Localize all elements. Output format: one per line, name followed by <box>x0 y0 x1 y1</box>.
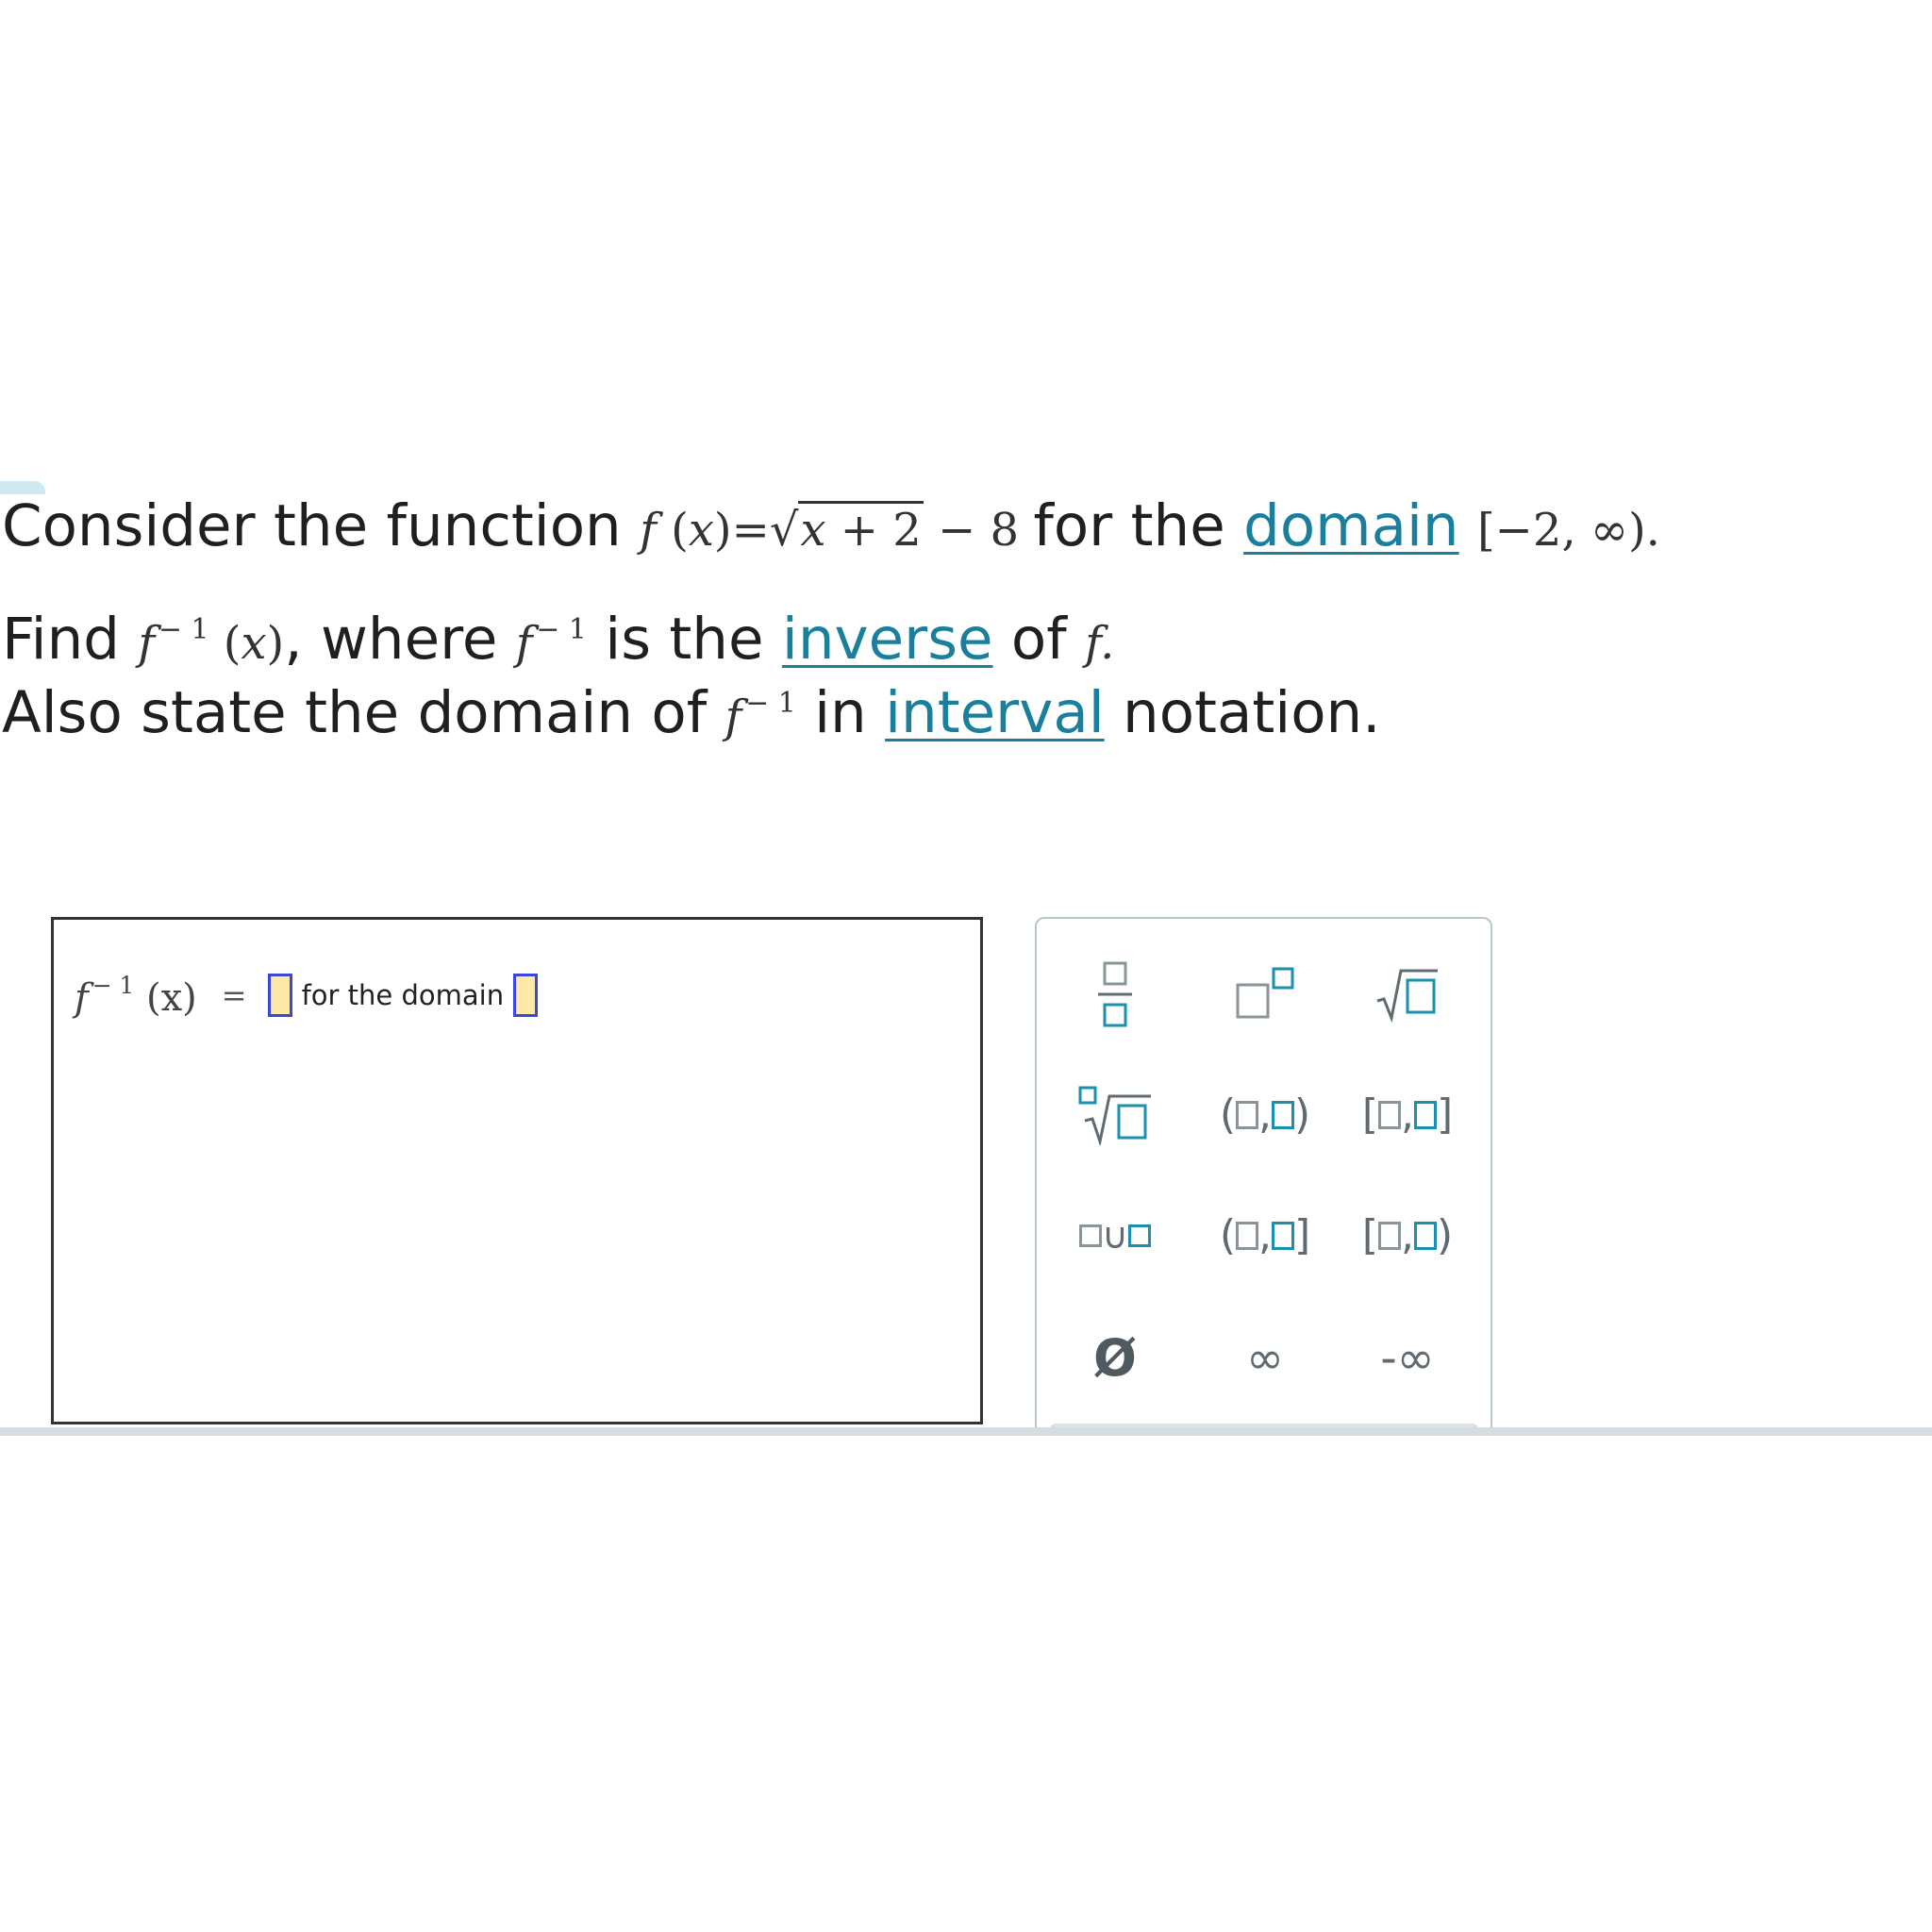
closed-interval-key[interactable]: [,] <box>1341 1070 1474 1160</box>
fraction-key[interactable] <box>1049 949 1181 1040</box>
empty-set-key[interactable]: Ø <box>1049 1313 1181 1404</box>
infinity-key[interactable]: ∞ <box>1199 1313 1331 1404</box>
question-text: for the <box>1033 492 1225 559</box>
superscript-key[interactable] <box>1199 949 1331 1040</box>
math-keypad: (,) [,] ∪ (,] [,) Ø ∞ -∞ <box>1035 917 1492 1431</box>
answer-input-area[interactable]: f − 1 (x) = for the domain <box>51 917 983 1424</box>
negative-infinity-key[interactable]: -∞ <box>1341 1313 1474 1404</box>
inverse-symbol: f − 1 <box>724 686 796 743</box>
question-text: , where <box>284 606 498 673</box>
question-text: Also state the domain of <box>2 679 708 746</box>
inverse-function-input[interactable] <box>267 974 292 1017</box>
question-text: of <box>1010 606 1067 673</box>
left-open-interval-key[interactable]: (,] <box>1199 1191 1331 1281</box>
question-text: Consider the function <box>2 492 622 559</box>
union-key[interactable]: ∪ <box>1049 1191 1181 1281</box>
question-line-2: Find f − 1 (x), where f − 1 is the inverse… <box>2 610 1114 668</box>
function-symbol: f. <box>1085 617 1115 670</box>
question-line-3: Also state the domain of f − 1 in interva… <box>2 684 1381 741</box>
inverse-function-expression: f − 1 (x) <box>138 612 285 670</box>
domain-link[interactable]: domain <box>1243 492 1458 559</box>
question-line-1: Consider the function f (x)=√x + 2 − 8 f… <box>2 497 1660 557</box>
question-text: notation. <box>1123 679 1381 746</box>
answer-row: f − 1 (x) = for the domain <box>75 958 543 1033</box>
square-root-icon <box>1376 969 1438 1024</box>
empty-set-icon: Ø <box>1093 1328 1137 1388</box>
domain-input[interactable] <box>513 974 539 1017</box>
nth-root-icon <box>1078 1086 1151 1145</box>
interval-link[interactable]: interval <box>885 679 1105 746</box>
right-open-interval-key[interactable]: [,) <box>1341 1191 1474 1281</box>
bottom-divider <box>0 1427 1932 1436</box>
answer-lhs: f − 1 (x) <box>75 971 197 1020</box>
question-text: in <box>814 679 867 746</box>
equals-sign: = <box>221 977 247 1013</box>
for-the-domain-label: for the domain <box>301 979 505 1011</box>
inverse-link[interactable]: inverse <box>782 606 993 673</box>
superscript-icon <box>1236 967 1294 1019</box>
fraction-icon <box>1098 961 1132 1027</box>
infinity-icon: ∞ <box>1246 1332 1284 1385</box>
domain-interval: [−2, ∞). <box>1476 504 1660 557</box>
open-interval-key[interactable]: (,) <box>1199 1070 1331 1160</box>
question-text: is the <box>605 606 764 673</box>
negative-infinity-icon: -∞ <box>1380 1332 1435 1385</box>
square-root-key[interactable] <box>1341 949 1474 1040</box>
inverse-symbol: f − 1 <box>515 612 587 670</box>
function-expression: f (x)=√x + 2 − 8 <box>640 501 1033 557</box>
nth-root-key[interactable] <box>1049 1070 1181 1160</box>
question-text: Find <box>2 606 120 673</box>
